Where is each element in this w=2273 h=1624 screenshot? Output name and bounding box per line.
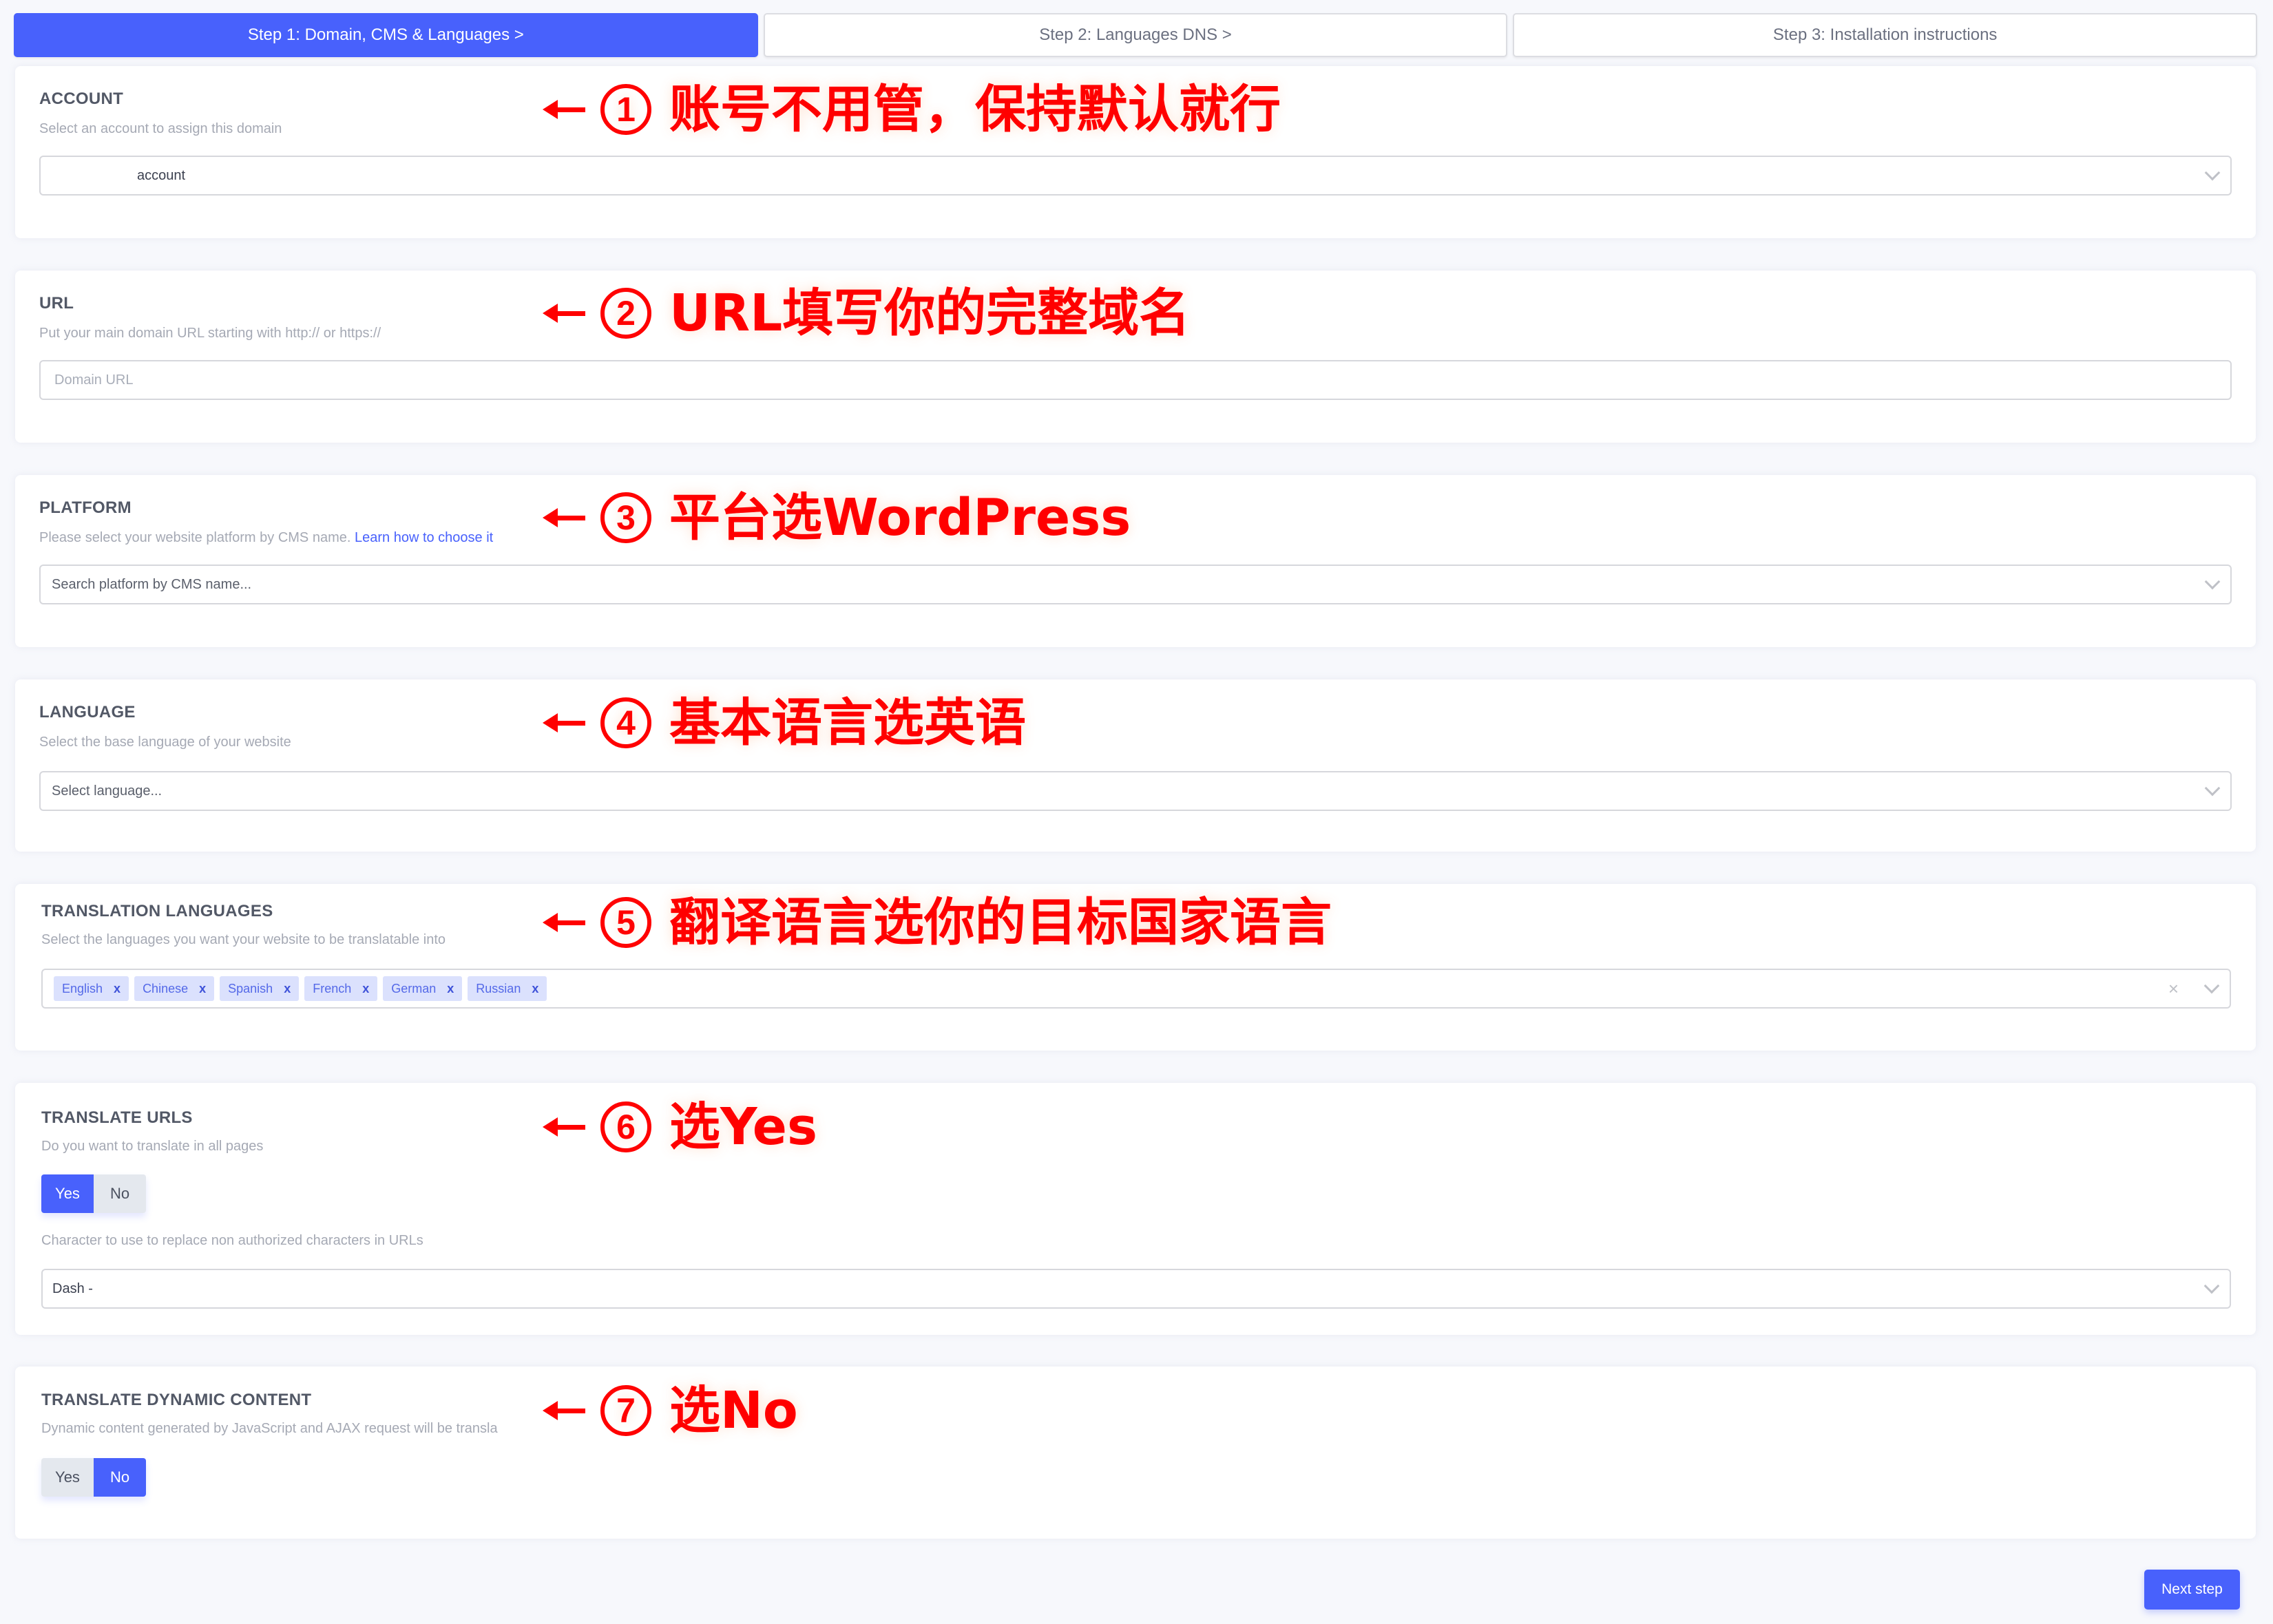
replacement-char-select[interactable]: Dash - <box>41 1269 2231 1309</box>
section-title: LANGUAGE <box>39 703 136 721</box>
replacement-char-value: Dash - <box>52 1280 93 1296</box>
chevron-down-icon <box>2204 780 2221 797</box>
annotation-text: 选No <box>669 1381 798 1440</box>
remove-tag-icon[interactable]: x <box>199 982 206 996</box>
language-tag: Russian x <box>468 976 547 1001</box>
chevron-down-icon <box>2204 573 2221 590</box>
platform-placeholder: Search platform by CMS name... <box>52 576 252 592</box>
annotation-1: 1 账号不用管，保持默认就行 <box>543 84 1281 135</box>
tag-label: Spanish <box>228 981 273 995</box>
language-tag: Spanish x <box>220 976 300 1001</box>
learn-how-link[interactable]: Learn how to choose it <box>355 530 493 545</box>
section-description: Put your main domain URL starting with h… <box>39 326 381 341</box>
section-title: TRANSLATION LANGUAGES <box>41 902 273 920</box>
tag-label: Russian <box>476 981 521 995</box>
section-title: URL <box>39 294 74 313</box>
language-tag: French x <box>304 976 378 1001</box>
platform-section: PLATFORM Please select your website plat… <box>15 475 2256 647</box>
section-description: Select the languages you want your websi… <box>41 932 446 947</box>
arrow-left-icon <box>543 304 585 323</box>
chevron-down-icon <box>2203 978 2220 994</box>
base-language-select[interactable]: Select language... <box>39 771 2232 811</box>
arrow-left-icon <box>543 1117 585 1137</box>
translation-languages-multiselect[interactable]: English x Chinese x Spanish x French x Germa… <box>41 969 2231 1009</box>
tag-label: German <box>391 981 437 995</box>
clear-all-icon[interactable]: × <box>2168 980 2179 998</box>
step-tabs: Step 1: Domain, CMS & Languages > Step 2… <box>14 13 2258 57</box>
translate-dynamic-section: TRANSLATE DYNAMIC CONTENT Dynamic conten… <box>15 1367 2256 1539</box>
section-description: Do you want to translate in all pages <box>41 1139 264 1154</box>
step-number: 7 <box>600 1385 651 1436</box>
arrow-left-icon <box>543 1401 585 1420</box>
annotation-4: 4 基本语言选英语 <box>543 697 1026 748</box>
chevron-down-icon <box>2204 165 2221 181</box>
language-tag: German x <box>383 976 463 1001</box>
language-section: LANGUAGE Select the base language of you… <box>15 679 2256 852</box>
language-tag: English x <box>54 976 129 1001</box>
section-title: TRANSLATE URLS <box>41 1108 193 1127</box>
step-number: 2 <box>600 288 651 339</box>
step-number: 4 <box>600 697 651 748</box>
yes-option[interactable]: Yes <box>41 1174 94 1213</box>
tag-label: French <box>313 981 352 995</box>
step-number: 3 <box>600 492 651 543</box>
annotation-text: 平台选WordPress <box>669 488 1131 547</box>
remove-tag-icon[interactable]: x <box>114 982 121 996</box>
tag-label: English <box>62 981 103 995</box>
no-option[interactable]: No <box>94 1174 146 1213</box>
section-description: Select the base language of your website <box>39 735 291 750</box>
arrow-left-icon <box>543 713 585 732</box>
account-value: account <box>137 167 186 183</box>
selected-languages: English x Chinese x Spanish x French x Germa… <box>43 976 547 1001</box>
tab-step-2[interactable]: Step 2: Languages DNS > <box>763 13 1508 57</box>
domain-url-input[interactable]: Domain URL <box>39 360 2232 400</box>
annotation-7: 7 选No <box>543 1385 798 1436</box>
chevron-down-icon <box>2203 1278 2220 1294</box>
section-title: PLATFORM <box>39 498 132 517</box>
annotation-text: 选Yes <box>669 1097 818 1157</box>
translate-urls-section: TRANSLATE URLS Do you want to translate … <box>15 1083 2256 1335</box>
remove-tag-icon[interactable]: x <box>532 982 538 996</box>
annotation-text: 翻译语言选你的目标国家语言 <box>669 893 1332 952</box>
arrow-left-icon <box>543 100 585 119</box>
annotation-2: 2 URL填写你的完整域名 <box>543 288 1190 339</box>
arrow-left-icon <box>543 913 585 932</box>
tab-step-1[interactable]: Step 1: Domain, CMS & Languages > <box>14 13 758 57</box>
section-description: Dynamic content generated by JavaScript … <box>41 1421 498 1436</box>
section-description: Select an account to assign this domain <box>39 121 282 136</box>
remove-tag-icon[interactable]: x <box>447 982 454 996</box>
remove-tag-icon[interactable]: x <box>362 982 369 996</box>
no-option[interactable]: No <box>94 1458 146 1497</box>
yes-option[interactable]: Yes <box>41 1458 94 1497</box>
step-number: 6 <box>600 1101 651 1152</box>
annotation-text: 账号不用管，保持默认就行 <box>669 80 1281 139</box>
domain-url-placeholder: Domain URL <box>54 372 134 388</box>
annotation-text: URL填写你的完整域名 <box>669 284 1191 343</box>
section-title: TRANSLATE DYNAMIC CONTENT <box>41 1391 312 1409</box>
language-placeholder: Select language... <box>52 783 163 799</box>
next-step-button[interactable]: Next step <box>2144 1570 2240 1610</box>
platform-description-text: Please select your website platform by C… <box>39 530 351 545</box>
arrow-left-icon <box>543 508 585 527</box>
step-number: 1 <box>600 84 651 135</box>
account-select[interactable]: account <box>39 156 2232 196</box>
language-tag: Chinese x <box>134 976 215 1001</box>
annotation-6: 6 选Yes <box>543 1101 817 1152</box>
remove-tag-icon[interactable]: x <box>284 982 291 996</box>
annotation-5: 5 翻译语言选你的目标国家语言 <box>543 897 1332 948</box>
tag-label: Chinese <box>143 981 189 995</box>
translate-dynamic-toggle: Yes No <box>41 1458 146 1497</box>
platform-search-select[interactable]: Search platform by CMS name... <box>39 565 2232 604</box>
tab-step-3[interactable]: Step 3: Installation instructions <box>1513 13 2258 57</box>
annotation-3: 3 平台选WordPress <box>543 492 1131 543</box>
section-description: Please select your website platform by C… <box>39 530 493 546</box>
section-title: ACCOUNT <box>39 89 124 108</box>
char-description: Character to use to replace non authoriz… <box>41 1233 423 1248</box>
annotation-text: 基本语言选英语 <box>669 693 1026 752</box>
translate-urls-toggle: Yes No <box>41 1174 146 1213</box>
step-number: 5 <box>600 897 651 948</box>
